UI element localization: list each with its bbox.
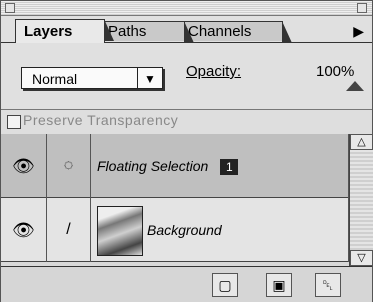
selection-icon[interactable]: ◌: [47, 134, 91, 198]
zoom-box-icon[interactable]: [357, 3, 367, 13]
layers-list: 👁 ◌ Floating Selection 1 👁 / Background: [1, 134, 349, 266]
layer-name: Background: [141, 198, 349, 262]
preserve-transparency-label: Preserve Transparency: [23, 112, 179, 128]
opacity-label: Opacity:: [186, 63, 242, 80]
layer-row-floating-selection[interactable]: 👁 ◌ Floating Selection 1: [1, 134, 349, 198]
layers-palette: Channels Paths Layers ▶ Normal ▼ Opacity…: [0, 0, 373, 302]
layer-name: Floating Selection: [97, 158, 209, 174]
blend-mode-select[interactable]: Normal ▼: [21, 67, 163, 89]
preserve-transparency-checkbox[interactable]: [7, 115, 21, 129]
scroll-down-icon[interactable]: ▽: [350, 250, 373, 266]
palette-bottom-bar: ▢ ▣ ␡: [1, 266, 372, 302]
palette-titlebar[interactable]: [1, 1, 372, 16]
new-layer-button[interactable]: ▣: [266, 273, 292, 297]
scroll-up-icon[interactable]: △: [350, 134, 373, 150]
preserve-transparency-row: Preserve Transparency: [1, 109, 372, 135]
brush-icon[interactable]: /: [47, 198, 91, 262]
opacity-slider-handle[interactable]: [346, 81, 364, 91]
layer-thumbnail: [97, 206, 143, 256]
opacity-value[interactable]: 100%: [316, 63, 354, 80]
close-box-icon[interactable]: [5, 3, 15, 13]
blend-mode-value: Normal: [32, 71, 78, 87]
layers-scrollbar[interactable]: △ ▽: [349, 134, 373, 266]
trash-icon[interactable]: ␡: [315, 273, 341, 297]
layer-badge: 1: [220, 159, 239, 176]
layer-name-cell: Floating Selection 1: [91, 134, 349, 198]
eye-icon[interactable]: 👁: [1, 134, 47, 198]
layer-row-background[interactable]: 👁 / Background: [1, 198, 349, 262]
palette-menu-icon[interactable]: ▶: [353, 23, 364, 40]
eye-icon[interactable]: 👁: [1, 198, 47, 262]
tab-channels[interactable]: Channels: [179, 21, 292, 43]
tab-layers[interactable]: Layers: [15, 19, 114, 43]
chevron-down-icon: ▼: [137, 68, 162, 88]
palette-tabs: Channels Paths Layers ▶: [1, 15, 372, 43]
layer-mask-button[interactable]: ▢: [212, 273, 238, 297]
